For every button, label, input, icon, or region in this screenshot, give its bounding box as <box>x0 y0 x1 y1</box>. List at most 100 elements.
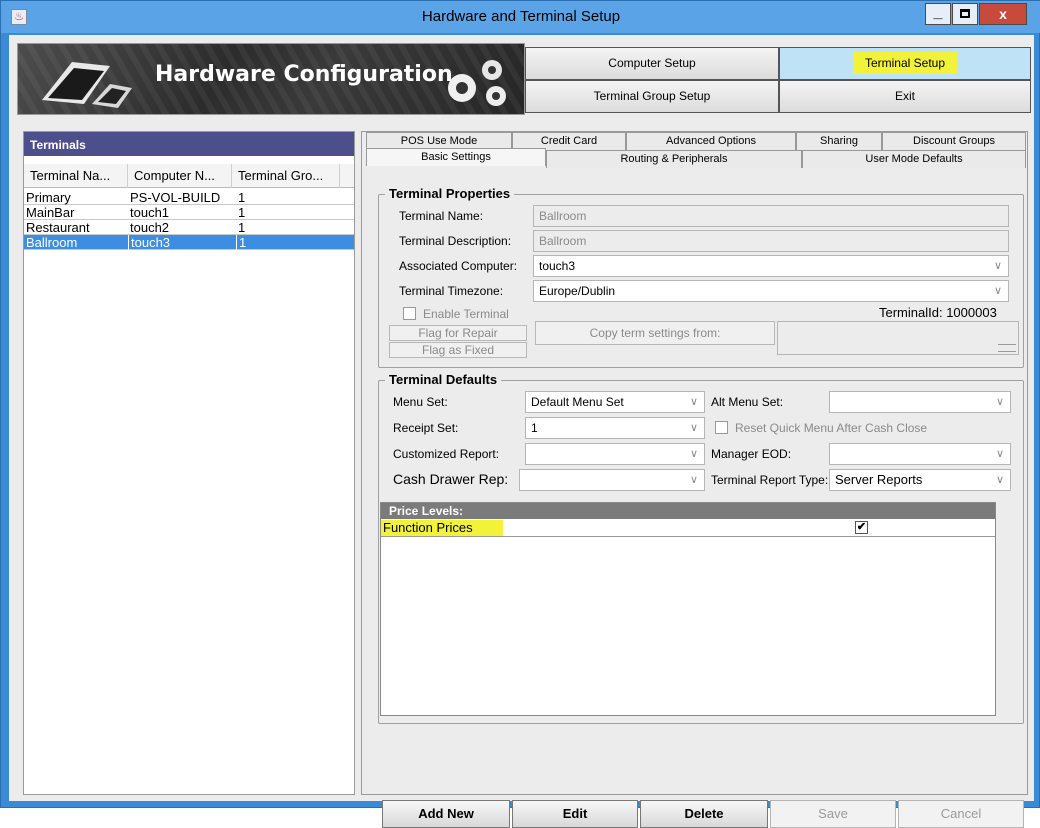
tab-advanced-options[interactable]: Advanced Options <box>626 132 796 150</box>
tab-routing-peripherals[interactable]: Routing & Peripherals <box>546 150 802 168</box>
terminal-timezone-label: Terminal Timezone: <box>399 284 504 298</box>
reset-quick-menu-label: Reset Quick Menu After Cash Close <box>735 421 928 435</box>
window-title: Hardware and Terminal Setup <box>421 8 621 25</box>
associated-computer-label: Associated Computer: <box>399 259 518 273</box>
customized-report-select[interactable]: ∨ <box>525 443 705 465</box>
price-levels-list: Price Levels: Function Prices ✔ <box>380 502 996 716</box>
computer-name-cell: touch2 <box>130 220 170 235</box>
terminal-description-label: Terminal Description: <box>399 234 512 248</box>
terminal-name-cell: Primary <box>26 190 71 205</box>
price-level-checkbox[interactable]: ✔ <box>855 521 868 534</box>
price-levels-header: Price Levels: <box>381 503 995 519</box>
terminals-column-headers: Terminal Na... Computer N... Terminal Gr… <box>24 164 354 188</box>
chevron-down-icon: ∨ <box>995 396 1004 408</box>
flag-as-fixed-button[interactable]: Flag as Fixed <box>389 342 527 358</box>
chevron-down-icon: ∨ <box>689 474 698 486</box>
computer-name-cell: touch1 <box>130 205 170 220</box>
associated-computer-select[interactable]: touch3 ∨ <box>533 255 1009 277</box>
menu-set-label: Menu Set: <box>393 395 448 409</box>
minimize-button[interactable]: _ <box>925 3 951 25</box>
table-row-selected[interactable]: Ballroom touch3 1 <box>24 235 354 250</box>
price-level-name: Function Prices <box>381 520 503 536</box>
associated-computer-value: touch3 <box>539 259 576 273</box>
chevron-down-icon: ∨ <box>689 422 698 434</box>
reset-quick-menu-checkbox[interactable] <box>715 421 728 434</box>
column-header-terminal-name[interactable]: Terminal Na... <box>24 164 128 188</box>
customized-report-label: Customized Report: <box>393 447 500 461</box>
terminal-timezone-value: Europe/Dublin <box>539 284 616 298</box>
chevron-down-icon: ∨ <box>993 285 1002 297</box>
terminal-name-cell: MainBar <box>26 205 75 220</box>
chevron-down-icon: ∨ <box>689 396 698 408</box>
table-row[interactable]: Primary PS-VOL-BUILD 1 <box>24 190 354 205</box>
banner-title: Hardware Configuration <box>155 62 453 87</box>
close-button[interactable]: x <box>979 3 1027 25</box>
terminal-setup-label: Terminal Setup <box>852 52 958 74</box>
title-bar[interactable]: ♨ Hardware and Terminal Setup _ x <box>1 1 1040 33</box>
settings-panel: POS Use Mode Credit Card Advanced Option… <box>361 131 1028 828</box>
enable-terminal-label: Enable Terminal <box>423 307 509 321</box>
chevron-down-icon: ∨ <box>995 474 1004 486</box>
manager-eod-select[interactable]: ∨ <box>829 443 1011 465</box>
enable-terminal-checkbox[interactable] <box>403 307 416 320</box>
copy-term-settings-button[interactable]: Copy term settings from: <box>535 321 775 345</box>
manager-eod-label: Manager EOD: <box>711 447 792 461</box>
chevron-down-icon: ∨ <box>995 448 1004 460</box>
list-icon <box>998 344 1016 352</box>
terminal-report-type-select[interactable]: Server Reports ∨ <box>829 469 1011 491</box>
terminal-group-cell: 1 <box>238 220 246 235</box>
exit-button[interactable]: Exit <box>779 80 1031 113</box>
maximize-icon <box>960 9 970 18</box>
terminal-group-cell: 1 <box>238 190 246 205</box>
gears-icon <box>448 60 506 106</box>
cancel-button[interactable]: Cancel <box>898 800 1024 828</box>
terminal-name-cell: Restaurant <box>26 220 90 235</box>
terminal-id-label: TerminalId: 1000003 <box>879 305 997 320</box>
app-window: ♨ Hardware and Terminal Setup _ x Hardwa… <box>0 0 1040 828</box>
cash-drawer-rep-label: Cash Drawer Rep: <box>393 471 509 487</box>
tab-discount-groups[interactable]: Discount Groups <box>882 132 1026 150</box>
tab-user-mode-defaults[interactable]: User Mode Defaults <box>802 150 1026 168</box>
terminal-properties-group: Terminal Properties Terminal Name: Ballr… <box>378 186 1024 368</box>
terminal-properties-legend: Terminal Properties <box>385 186 515 201</box>
delete-button[interactable]: Delete <box>640 800 768 828</box>
terminal-group-cell: 1 <box>236 235 246 250</box>
hardware-configuration-banner: Hardware Configuration <box>17 43 525 115</box>
tab-sharing[interactable]: Sharing <box>796 132 882 150</box>
save-button[interactable]: Save <box>770 800 896 828</box>
receipt-set-select[interactable]: 1 ∨ <box>525 417 705 439</box>
copy-term-settings-field[interactable] <box>777 321 1019 355</box>
table-row[interactable]: Restaurant touch2 1 <box>24 220 354 235</box>
terminal-name-field[interactable]: Ballroom <box>533 205 1009 227</box>
cash-drawer-rep-select[interactable]: ∨ <box>519 469 705 491</box>
table-row[interactable]: MainBar touch1 1 <box>24 205 354 220</box>
alt-menu-set-select[interactable]: ∨ <box>829 391 1011 413</box>
terminals-header: Terminals <box>24 132 354 156</box>
terminals-table: Primary PS-VOL-BUILD 1 MainBar touch1 1 … <box>24 190 354 250</box>
terminal-report-type-value: Server Reports <box>835 472 923 487</box>
terminal-description-field[interactable]: Ballroom <box>533 230 1009 252</box>
terminal-report-type-label: Terminal Report Type: <box>711 473 829 487</box>
list-item[interactable]: Function Prices ✔ <box>381 519 995 537</box>
edit-button[interactable]: Edit <box>512 800 638 828</box>
tab-basic-settings[interactable]: Basic Settings <box>366 148 546 166</box>
computer-name-cell: PS-VOL-BUILD <box>130 190 221 205</box>
chevron-down-icon: ∨ <box>993 260 1002 272</box>
terminal-name-cell: Ballroom <box>26 235 78 250</box>
computer-name-cell: touch3 <box>128 235 170 250</box>
alt-menu-set-label: Alt Menu Set: <box>711 395 784 409</box>
terminal-setup-button[interactable]: Terminal Setup <box>779 47 1031 80</box>
flag-for-repair-button[interactable]: Flag for Repair <box>389 325 527 341</box>
maximize-button[interactable] <box>952 3 978 25</box>
receipt-set-value: 1 <box>531 421 538 435</box>
terminal-name-label: Terminal Name: <box>399 209 484 223</box>
computer-setup-button[interactable]: Computer Setup <box>525 47 779 80</box>
column-header-terminal-group[interactable]: Terminal Gro... <box>232 164 340 188</box>
terminal-timezone-select[interactable]: Europe/Dublin ∨ <box>533 280 1009 302</box>
terminal-defaults-legend: Terminal Defaults <box>385 372 502 387</box>
terminal-group-setup-button[interactable]: Terminal Group Setup <box>525 80 779 113</box>
client-area: Hardware Configuration Computer Setup Te… <box>9 35 1034 828</box>
column-header-computer-name[interactable]: Computer N... <box>128 164 232 188</box>
menu-set-select[interactable]: Default Menu Set ∨ <box>525 391 705 413</box>
add-new-button[interactable]: Add New <box>382 800 510 828</box>
